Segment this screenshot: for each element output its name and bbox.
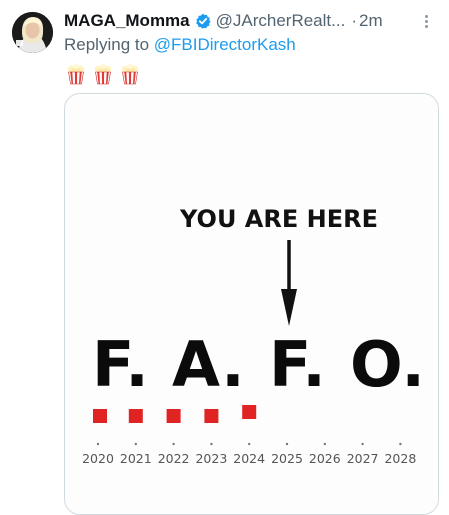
year-tick <box>361 442 364 446</box>
year-label: 2024 <box>233 451 265 466</box>
tweet-text <box>66 63 140 85</box>
year-marker <box>166 409 181 423</box>
you-are-here-label: YOU ARE HERE <box>179 205 378 233</box>
display-name[interactable]: MAGA_Momma <box>64 11 190 31</box>
year-tick <box>96 442 100 446</box>
year-tick <box>134 442 137 446</box>
year-label: 2025 <box>271 451 303 466</box>
tweet-header: MAGA_Momma @JArcherRealt... · 2m <box>64 9 441 33</box>
year-axis: 2020 2021 2022 2023 2024 2025 2026 2027 2028 <box>82 451 416 466</box>
popcorn-icon <box>120 63 140 85</box>
replying-to-label: Replying to <box>64 35 154 54</box>
year-label: 2028 <box>384 451 416 466</box>
year-marker <box>93 409 107 423</box>
fafo-letter: F. <box>269 328 326 401</box>
more-options-icon[interactable] <box>421 13 431 31</box>
year-tick <box>248 442 251 446</box>
replying-to: Replying to @FBIDirectorKash <box>64 35 296 55</box>
separator-dot: · <box>351 11 357 30</box>
meme-image: YOU ARE HERE F. A. F. O. 2020 2021 2022 202… <box>65 94 438 514</box>
year-tick <box>210 442 213 446</box>
fafo-letter: O. <box>350 328 425 401</box>
year-tick <box>172 442 175 446</box>
year-marker <box>128 409 143 423</box>
year-marker <box>204 409 219 423</box>
handle[interactable]: @JArcherRealt... <box>216 11 346 31</box>
reply-mention-link[interactable]: @FBIDirectorKash <box>154 35 296 54</box>
tweet-media-image[interactable]: YOU ARE HERE F. A. F. O. 2020 2021 2022 202… <box>64 93 439 515</box>
year-label: 2026 <box>309 451 341 466</box>
fafo-letter: A. <box>172 328 245 401</box>
year-label: 2027 <box>347 451 379 466</box>
avatar[interactable] <box>12 12 53 53</box>
timestamp[interactable]: 2m <box>359 11 383 31</box>
fafo-letter: F. <box>92 328 149 401</box>
popcorn-icon <box>93 63 113 85</box>
year-tick <box>399 442 402 446</box>
year-label: 2022 <box>158 451 190 466</box>
popcorn-icon <box>66 63 86 85</box>
avatar-image <box>12 12 53 53</box>
year-label: 2020 <box>82 451 114 466</box>
year-label: 2021 <box>120 451 152 466</box>
year-tick <box>285 442 289 446</box>
year-marker <box>242 405 257 419</box>
year-label: 2023 <box>195 451 227 466</box>
verified-badge-icon <box>195 13 211 29</box>
year-tick <box>323 442 326 446</box>
